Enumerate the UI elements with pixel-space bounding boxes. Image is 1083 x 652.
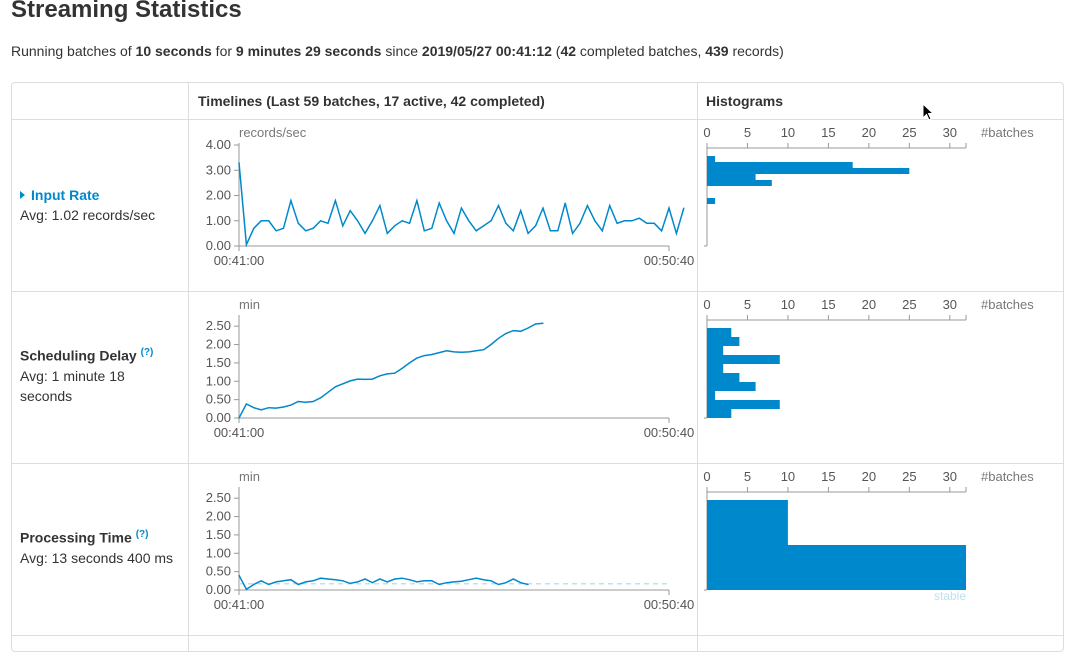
- start-time: 2019/05/27 00:41:12: [421, 43, 552, 59]
- summary-text: for: [211, 43, 236, 59]
- processing-time-avg: Avg: 13 seconds 400 ms: [20, 549, 174, 566]
- row-divider: [12, 463, 1063, 464]
- run-summary: Running batches of 10 seconds for 9 minu…: [11, 43, 784, 59]
- scheduling-delay-avg: Avg: 1 minute 18: [20, 367, 125, 384]
- row-label-scheduling-delay: Scheduling Delay (?) Avg: 1 minute 18 se…: [20, 343, 153, 406]
- batch-interval: 10 seconds: [135, 43, 212, 59]
- records-count: 439: [705, 43, 729, 59]
- row-divider: [12, 119, 1063, 120]
- row-divider: [12, 291, 1063, 292]
- page-title: Streaming Statistics: [11, 0, 242, 23]
- header-timelines: Timelines (Last 59 batches, 17 active, 4…: [198, 93, 545, 109]
- scheduling-delay-help-link[interactable]: (?): [141, 347, 154, 358]
- run-duration: 9 minutes 29 seconds: [235, 43, 382, 59]
- summary-text: records): [728, 43, 784, 59]
- statistics-table: Timelines (Last 59 batches, 17 active, 4…: [11, 82, 1064, 652]
- summary-text: completed batches,: [576, 43, 706, 59]
- scheduling-delay-label: Scheduling Delay: [20, 347, 137, 364]
- completed-batches-count: 42: [560, 43, 577, 59]
- summary-text: Running batches of: [11, 43, 136, 59]
- row-divider: [12, 635, 1063, 636]
- scheduling-delay-avg-cont: seconds: [20, 387, 73, 404]
- processing-time-label: Processing Time: [20, 529, 132, 546]
- input-rate-avg: Avg: 1.02 records/sec: [20, 207, 156, 223]
- row-label-processing-time: Processing Time (?) Avg: 13 seconds 400 …: [20, 525, 173, 568]
- input-rate-label: Input Rate: [31, 187, 100, 203]
- summary-text: since: [381, 43, 422, 59]
- mouse-cursor-icon: [922, 103, 934, 121]
- caret-right-icon: [20, 191, 25, 199]
- column-divider: [188, 83, 189, 651]
- row-label-input-rate: Input Rate Avg: 1.02 records/sec: [20, 185, 155, 225]
- input-rate-toggle[interactable]: Input Rate: [20, 187, 99, 203]
- header-histograms: Histograms: [706, 93, 784, 109]
- column-divider: [697, 83, 698, 651]
- processing-time-help-link[interactable]: (?): [136, 529, 149, 540]
